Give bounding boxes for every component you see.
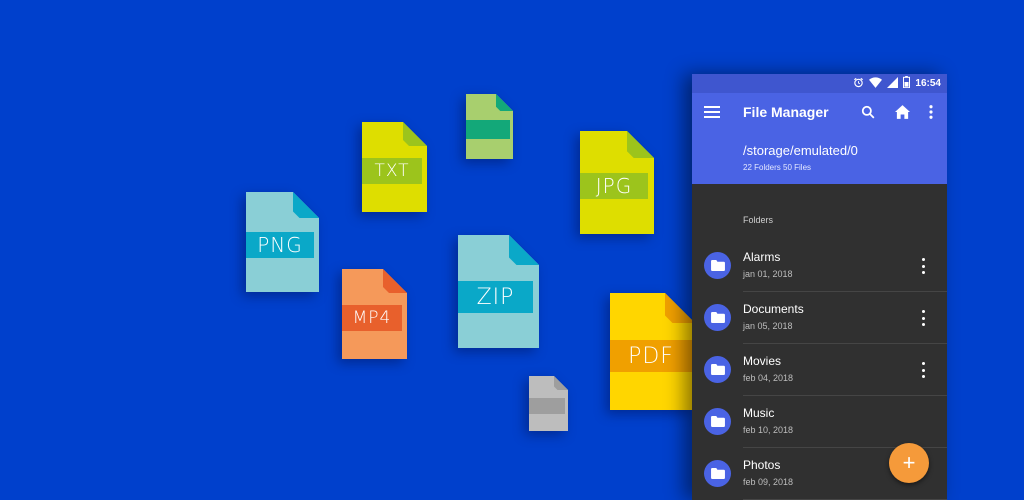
folder-list-item[interactable]: Alarms jan 01, 2018 — [692, 240, 947, 292]
current-path: /storage/emulated/0 — [743, 143, 858, 158]
more-vert-icon[interactable] — [919, 258, 927, 274]
menu-icon[interactable] — [704, 105, 720, 119]
wifi-icon — [869, 76, 883, 91]
folder-name: Movies — [743, 354, 782, 368]
folder-name: Music — [743, 406, 775, 420]
folder-list-item[interactable]: Music feb 10, 2018 — [692, 396, 947, 448]
alarm-icon — [853, 77, 864, 91]
more-vert-icon[interactable] — [921, 102, 941, 122]
file-icon-mp4: MP4 — [342, 269, 407, 359]
folder-icon — [704, 252, 731, 279]
file-icon-png: PNG — [246, 192, 319, 292]
folder-date: feb 09, 2018 — [743, 477, 794, 487]
status-time: 16:54 — [915, 78, 941, 89]
folder-icon — [704, 460, 731, 487]
file-type-label: PNG — [246, 232, 314, 258]
file-icon-generic — [529, 376, 568, 431]
folder-date: jan 01, 2018 — [743, 269, 793, 279]
file-icon-pdf: PDF — [610, 293, 695, 410]
file-icon-jpg: JPG — [580, 131, 654, 234]
file-icon-generic — [466, 94, 513, 159]
file-type-label: ZIP — [458, 281, 533, 313]
app-title: File Manager — [743, 104, 829, 120]
signal-icon — [887, 76, 899, 91]
folder-date: feb 10, 2018 — [743, 425, 794, 435]
file-type-label: MP4 — [342, 305, 402, 331]
search-icon[interactable] — [858, 102, 878, 122]
file-icon-txt: TXT — [362, 122, 427, 212]
folder-list-item[interactable]: Movies feb 04, 2018 — [692, 344, 947, 396]
folder-name: Photos — [743, 458, 781, 472]
home-icon[interactable] — [892, 102, 912, 122]
more-vert-icon[interactable] — [919, 310, 927, 326]
file-type-label — [529, 398, 565, 414]
status-bar: 16:54 — [692, 74, 947, 93]
folder-icon — [704, 408, 731, 435]
file-icon-zip: ZIP — [458, 235, 539, 348]
folder-icon — [704, 356, 731, 383]
folder-date: jan 05, 2018 — [743, 321, 793, 331]
file-type-label — [466, 120, 510, 139]
phone-screen: 16:54 File Manager /storage/emulated/0 2… — [692, 74, 947, 500]
more-vert-icon[interactable] — [919, 362, 927, 378]
folder-name: Documents — [743, 302, 804, 316]
file-type-label: JPG — [580, 173, 648, 199]
battery-icon — [903, 76, 911, 91]
file-type-label: TXT — [362, 158, 422, 184]
app-bar: File Manager /storage/emulated/0 22 Fold… — [692, 93, 947, 184]
add-fab-button[interactable]: + — [889, 443, 929, 483]
folder-icon — [704, 304, 731, 331]
folder-date: feb 04, 2018 — [743, 373, 794, 383]
folder-list-item[interactable]: Documents jan 05, 2018 — [692, 292, 947, 344]
file-type-label: PDF — [610, 340, 692, 372]
section-label-folders: Folders — [743, 215, 774, 225]
folder-file-count: 22 Folders 50 Files — [743, 163, 812, 172]
folder-name: Alarms — [743, 250, 781, 264]
